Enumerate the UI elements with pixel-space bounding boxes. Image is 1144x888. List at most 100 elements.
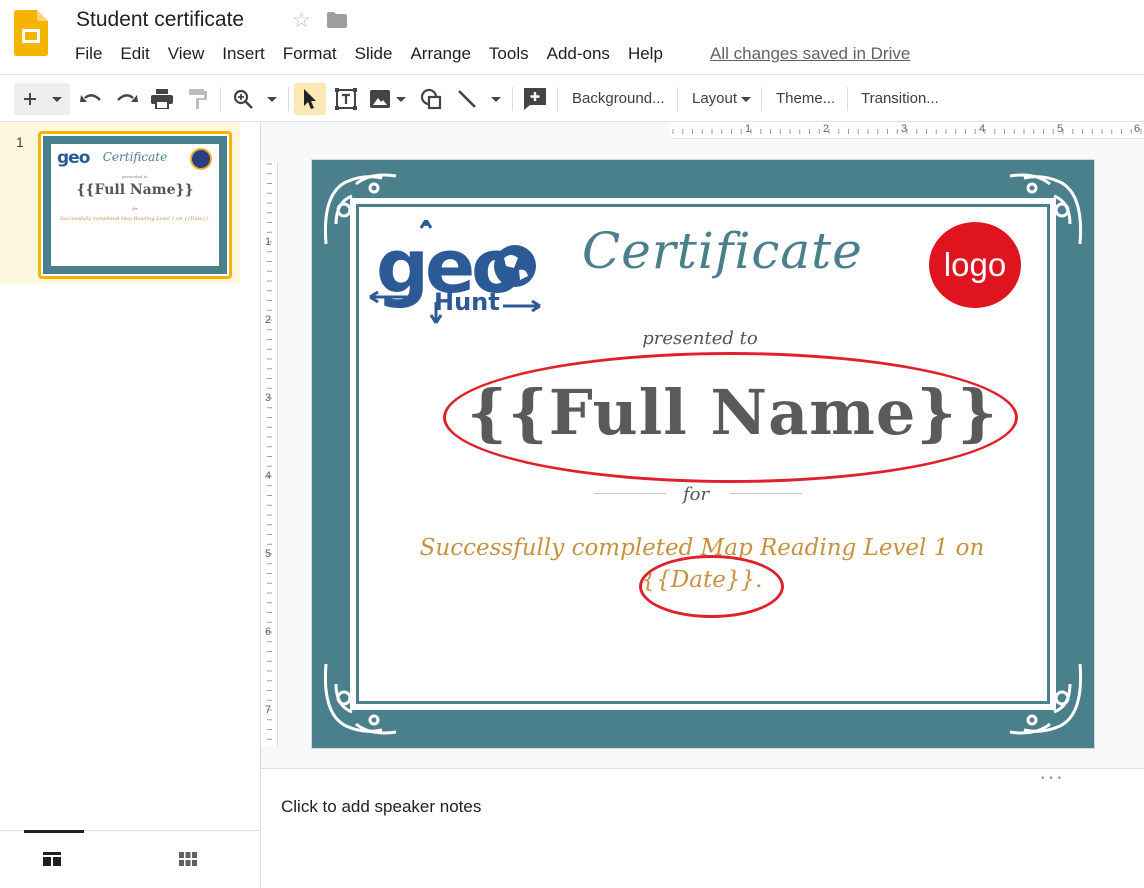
toolbar-separator [220, 87, 221, 111]
thumbnail-seal-logo [190, 148, 212, 170]
plus-icon [24, 93, 36, 105]
layout-button[interactable]: Layout [692, 90, 752, 107]
cursor-icon [304, 89, 316, 109]
menu-bar: File Edit View Insert Format Slide Arran… [66, 42, 672, 66]
slide-filmstrip: 1 geo Certificate presented to {{Full Na… [0, 122, 261, 888]
print-button[interactable] [147, 83, 177, 115]
add-comment-icon [524, 88, 546, 110]
toolbar-separator [288, 87, 289, 111]
vertical-ruler-ticks [267, 163, 272, 740]
menu-file[interactable]: File [66, 42, 111, 66]
select-tool-button[interactable] [294, 83, 326, 115]
chevron-down-icon [267, 96, 277, 102]
hunt-logo-text: Hunt [434, 288, 500, 316]
chevron-down-icon [741, 96, 752, 102]
ruler-label: 2 [823, 123, 830, 135]
paint-format-button[interactable] [183, 83, 213, 115]
ruler-label: 2 [265, 314, 272, 326]
menu-insert[interactable]: Insert [213, 42, 274, 66]
line-icon [458, 90, 476, 108]
active-view-indicator [24, 830, 84, 833]
speaker-notes-panel[interactable]: • • • Click to add speaker notes [261, 768, 1144, 888]
filmstrip-slide-1[interactable]: 1 geo Certificate presented to {{Full Na… [0, 122, 240, 284]
app-header: Student certificate ☆ File Edit View Ins… [0, 0, 1144, 74]
print-icon [151, 89, 173, 109]
horizontal-ruler-ticks [672, 129, 1142, 134]
menu-format[interactable]: Format [274, 42, 346, 66]
background-button[interactable]: Background... [572, 90, 665, 107]
shape-button[interactable] [416, 83, 446, 115]
thumbnail-full-name: {{Full Name}} [76, 182, 194, 198]
chevron-down-icon [491, 96, 501, 102]
ruler-label: 3 [265, 392, 272, 404]
thumbnail-description: Successfully completed Map Reading Level… [59, 216, 211, 222]
insert-image-button[interactable] [366, 83, 410, 115]
line-button[interactable] [452, 83, 506, 115]
speaker-notes-placeholder[interactable]: Click to add speaker notes [281, 797, 481, 817]
ruler-label: 7 [265, 704, 272, 716]
geo-hunt-logo-icon: geo Hunt [369, 219, 541, 324]
presented-to-label: presented to [642, 328, 758, 349]
chevron-down-icon [52, 96, 62, 102]
menu-edit[interactable]: Edit [111, 42, 158, 66]
redo-button[interactable] [112, 83, 142, 115]
google-slides-logo-icon[interactable] [14, 10, 48, 56]
ruler-label: 5 [1057, 123, 1064, 135]
text-box-icon [335, 88, 357, 110]
star-icon[interactable]: ☆ [292, 8, 311, 33]
new-slide-button[interactable] [14, 83, 70, 115]
for-divider-right [730, 493, 802, 494]
thumbnail-presented: presented to [122, 174, 148, 179]
ruler-label: 6 [1134, 123, 1141, 135]
menu-help[interactable]: Help [619, 42, 672, 66]
folder-icon[interactable] [327, 12, 347, 28]
vertical-ruler[interactable]: 1 2 3 4 5 6 7 [261, 162, 278, 747]
zoom-icon [233, 89, 253, 109]
shape-icon [420, 88, 442, 110]
menu-addons[interactable]: Add-ons [538, 42, 619, 66]
toolbar-separator [677, 87, 678, 111]
toolbar-separator [512, 87, 513, 111]
theme-button[interactable]: Theme... [776, 90, 835, 107]
toolbar-separator [761, 87, 762, 111]
document-title[interactable]: Student certificate [76, 8, 244, 32]
filmstrip-view-button[interactable] [38, 845, 66, 873]
logo-placeholder[interactable]: logo [929, 222, 1021, 308]
name-annotation-ellipse [443, 352, 1018, 483]
logo-placeholder-text: logo [943, 246, 1007, 283]
text-box-button[interactable] [331, 83, 361, 115]
notes-resize-handle[interactable]: • • • [1041, 773, 1062, 784]
thumbnail-border: geo Certificate presented to {{Full Name… [43, 136, 227, 274]
ruler-label: 1 [745, 123, 752, 135]
grid-view-button[interactable] [174, 845, 202, 873]
paint-format-icon [189, 89, 207, 109]
save-status-link[interactable]: All changes saved in Drive [710, 44, 910, 64]
redo-icon [117, 94, 138, 102]
for-text[interactable]: for [683, 484, 709, 505]
ruler-label: 3 [901, 123, 908, 135]
presented-to-text[interactable]: presented to [0, 328, 1144, 349]
undo-button[interactable] [76, 83, 106, 115]
filmstrip-footer [0, 830, 260, 888]
slide-thumbnail[interactable]: geo Certificate presented to {{Full Name… [38, 131, 232, 279]
toolbar: Background... Layout Theme... Transition… [0, 74, 1144, 122]
toolbar-separator [847, 87, 848, 111]
image-icon [370, 90, 390, 108]
transition-button[interactable]: Transition... [861, 90, 939, 107]
menu-view[interactable]: View [159, 42, 214, 66]
add-comment-button[interactable] [520, 83, 550, 115]
undo-icon [80, 94, 101, 102]
certificate-title[interactable]: Certificate [582, 222, 863, 280]
toolbar-separator [557, 87, 558, 111]
ruler-label: 1 [265, 236, 272, 248]
menu-slide[interactable]: Slide [346, 42, 402, 66]
ruler-label: 5 [265, 548, 272, 560]
zoom-button[interactable] [228, 83, 282, 115]
menu-tools[interactable]: Tools [480, 42, 538, 66]
menu-arrange[interactable]: Arrange [401, 42, 479, 66]
ruler-label: 4 [979, 123, 986, 135]
geo-hunt-logo[interactable]: geo Hunt [368, 219, 543, 330]
slide-number: 1 [16, 134, 24, 150]
horizontal-ruler[interactable]: 1 2 3 4 5 6 [671, 122, 1144, 139]
thumbnail-for: for [132, 206, 138, 211]
